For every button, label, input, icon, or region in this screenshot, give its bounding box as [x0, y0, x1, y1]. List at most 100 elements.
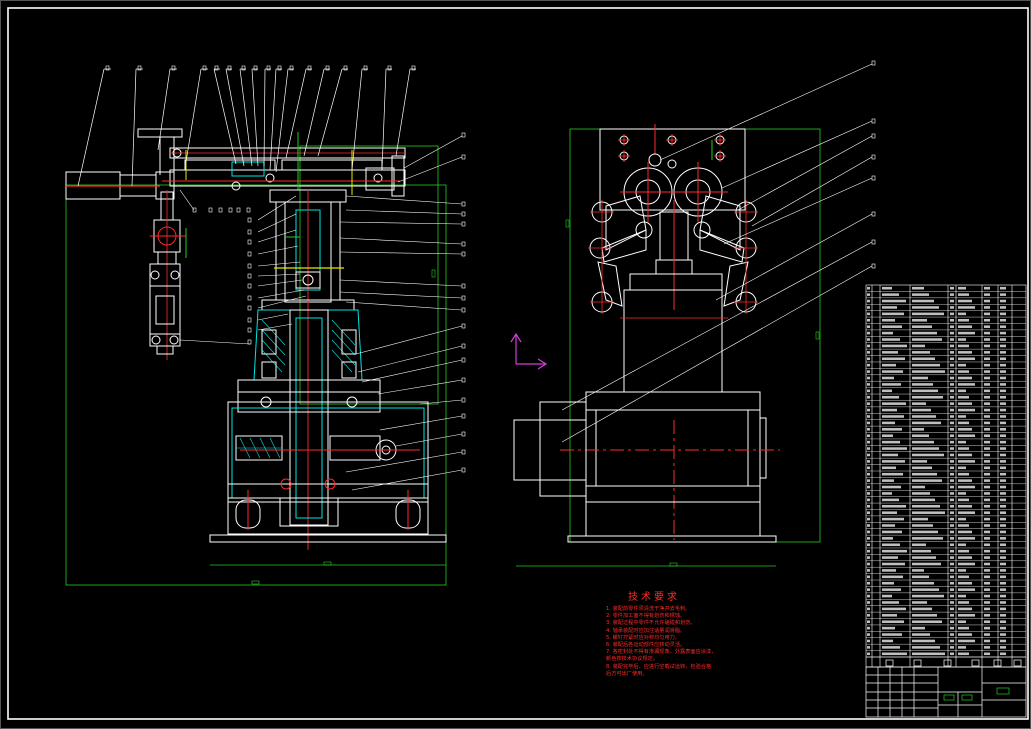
parts-cell-text [882, 293, 899, 296]
parts-cell-text [882, 504, 906, 508]
parts-cell-text [1000, 383, 1006, 386]
parts-cell-text [912, 543, 926, 547]
parts-cell-text [958, 383, 975, 386]
parts-cell-text [867, 293, 870, 296]
parts-cell-text [958, 639, 975, 643]
parts-cell-text [958, 421, 969, 425]
parts-cell-text [958, 511, 975, 514]
parts-cell-text [867, 652, 870, 656]
parts-cell-text [867, 338, 870, 341]
parts-cell-text [958, 344, 969, 348]
parts-cell-text [867, 331, 870, 335]
parts-cell-text [867, 312, 870, 316]
parts-cell-text [882, 325, 902, 328]
parts-cell-text [867, 351, 870, 354]
parts-cell-text [912, 549, 931, 553]
parts-cell-text [958, 498, 969, 502]
parts-cell-text [867, 562, 870, 566]
parts-cell-text [882, 421, 895, 425]
parts-cell-text [958, 447, 969, 450]
parts-cell-text [882, 633, 902, 636]
parts-cell-text [984, 646, 990, 649]
parts-cell-text [912, 588, 939, 591]
parts-cell-text [882, 306, 897, 309]
parts-cell-text [950, 312, 954, 316]
parts-cell-text [912, 646, 940, 649]
parts-cell-text [882, 626, 895, 630]
parts-cell-text [1000, 607, 1006, 611]
parts-cell-text [867, 299, 870, 303]
parts-cell-text [1000, 569, 1006, 572]
parts-cell-text [984, 389, 990, 393]
parts-cell-text [867, 357, 870, 361]
outer-frame [0, 0, 1031, 729]
parts-cell-text [1000, 325, 1006, 328]
parts-cell-text [1000, 633, 1006, 636]
parts-cell-text [958, 351, 972, 354]
parts-cell-text [984, 312, 990, 316]
parts-cell-text [882, 351, 898, 354]
parts-cell-text [984, 331, 990, 335]
parts-cell-text [950, 511, 954, 514]
parts-cell-text [912, 581, 934, 585]
parts-cell-text [984, 434, 990, 438]
parts-cell-text [867, 325, 870, 328]
parts-cell-text [912, 312, 944, 316]
parts-cell-text [1000, 646, 1006, 649]
parts-cell-text [882, 440, 900, 444]
parts-cell-text [958, 530, 972, 534]
parts-cell-text [984, 556, 990, 559]
parts-cell-text [882, 312, 904, 316]
parts-cell-text [882, 447, 907, 450]
parts-cell-text [912, 421, 941, 425]
parts-cell-text [867, 370, 870, 373]
parts-cell-text [984, 626, 990, 630]
parts-cell-text [867, 639, 870, 643]
parts-cell-text [958, 620, 966, 624]
parts-cell-text [912, 402, 926, 405]
parts-cell-text [984, 569, 990, 572]
parts-cell-text [950, 402, 954, 405]
parts-cell-text [984, 588, 990, 591]
parts-cell-text [912, 389, 938, 393]
parts-cell-text [950, 447, 954, 450]
parts-cell-text [882, 357, 905, 361]
parts-cell-text [882, 511, 897, 514]
parts-cell-text [912, 299, 934, 303]
parts-cell-text [882, 524, 895, 527]
parts-cell-text [867, 479, 870, 482]
parts-cell-text [912, 363, 940, 367]
parts-cell-text [984, 581, 990, 585]
title-block [865, 656, 1027, 718]
parts-cell-text [950, 395, 954, 399]
parts-cell-text [867, 306, 870, 309]
parts-cell-text [950, 569, 954, 572]
parts-cell-text [867, 376, 870, 380]
parts-cell-text [950, 556, 954, 559]
parts-cell-text [867, 530, 870, 534]
parts-cell-text [958, 434, 975, 438]
parts-cell-text [1000, 472, 1006, 476]
parts-cell-text [984, 415, 990, 418]
parts-cell-text [1000, 562, 1006, 566]
parts-cell-text [950, 306, 954, 309]
parts-cell-text [1000, 395, 1006, 399]
parts-cell-text [950, 389, 954, 393]
parts-cell-text [950, 639, 954, 643]
parts-cell-text [950, 363, 954, 367]
parts-cell-text [958, 626, 969, 630]
parts-cell-text [950, 479, 954, 482]
parts-cell-text [912, 601, 927, 604]
parts-cell-text [882, 498, 899, 502]
parts-cell-text [950, 614, 954, 617]
parts-cell-text [1000, 453, 1006, 457]
parts-cell-text [912, 517, 928, 521]
parts-cell-text [984, 537, 990, 540]
parts-cell-text [958, 370, 969, 373]
parts-cell-text [1000, 543, 1006, 547]
parts-cell-text [912, 633, 930, 636]
parts-cell-text [867, 504, 870, 508]
requirement-line: 4. 轴承装配时应加注适量润滑脂。 [606, 627, 686, 634]
parts-cell-text [984, 453, 990, 457]
parts-cell-text [882, 485, 901, 489]
